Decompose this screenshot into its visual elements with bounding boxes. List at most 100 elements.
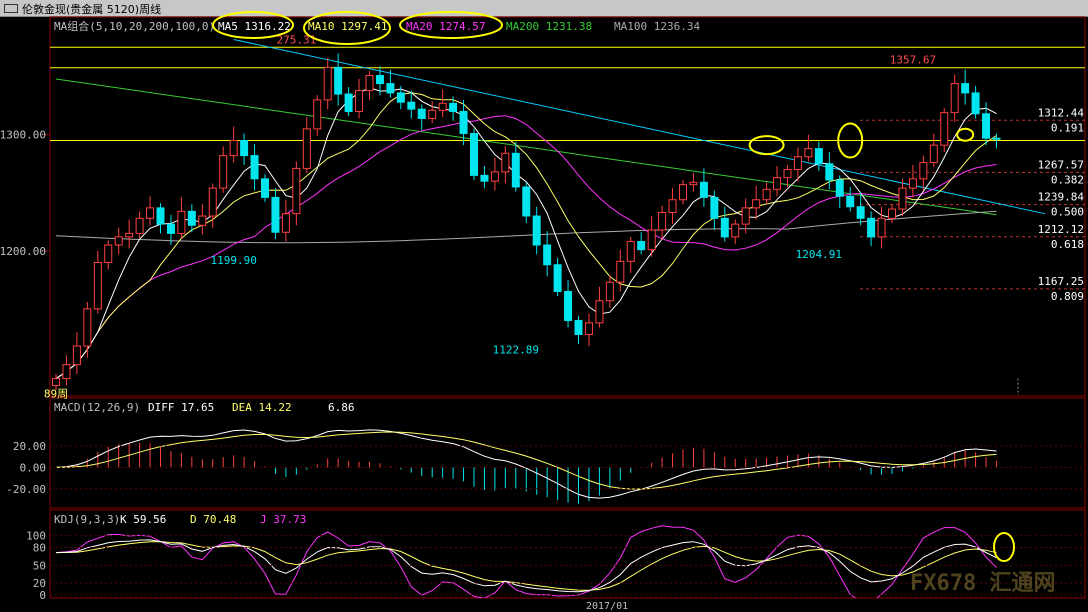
stock-chart[interactable]: 275.31 1357.67 1199.90 1122.89 1204.91 89周 131… xyxy=(0,0,1088,612)
candle-body xyxy=(595,300,604,324)
fib-ratio-label: 0.618 xyxy=(1051,238,1084,251)
candle-body xyxy=(877,217,886,238)
ma-legend-ma5: MA5 1316.22 xyxy=(218,20,291,33)
candle-body xyxy=(908,178,917,189)
candle-body xyxy=(783,169,792,179)
watermark: FX678 汇通网 xyxy=(910,571,1055,596)
candle-body xyxy=(261,178,269,198)
macd-legend-title: MACD(12,26,9) xyxy=(54,401,140,414)
candle-body xyxy=(177,210,186,234)
fib-price-label: 1212.12 xyxy=(1038,223,1084,236)
candle-body xyxy=(982,113,991,139)
candle-body xyxy=(961,83,970,94)
highlight-ellipse xyxy=(748,135,785,156)
candle-body xyxy=(156,207,165,225)
candle-body xyxy=(752,199,761,209)
candle-body xyxy=(323,66,332,101)
candle-body xyxy=(668,199,677,214)
candle-body xyxy=(114,236,123,246)
candle-body xyxy=(919,162,928,180)
ma-legend-ma200: MA200 1231.38 xyxy=(506,20,592,33)
candle-body xyxy=(72,345,81,366)
candle-body xyxy=(438,102,447,111)
candle-body xyxy=(584,322,593,335)
candle-body xyxy=(647,229,656,251)
candle-body xyxy=(375,74,384,85)
candle-body xyxy=(104,244,113,263)
highlight-ellipse xyxy=(956,127,975,142)
candle-body xyxy=(125,232,134,238)
candle-body xyxy=(992,137,1001,140)
fib-ratio-label: 0.809 xyxy=(1051,290,1084,303)
candle-body xyxy=(219,155,228,189)
fib-price-label: 1239.84 xyxy=(1038,191,1085,204)
macd-tick-label: 0.00 xyxy=(20,461,47,474)
fib-ratio-label: 0.382 xyxy=(1051,173,1084,186)
macd-plot xyxy=(55,429,997,504)
candle-body xyxy=(543,244,552,266)
candle-body xyxy=(62,364,71,380)
price-annotation: 1199.90 xyxy=(210,254,256,267)
candle-body xyxy=(449,102,458,112)
candle-body xyxy=(470,133,478,176)
price-annotation: 275.31 xyxy=(276,33,316,46)
kdj-legend-title: KDJ(9,3,3) xyxy=(54,513,120,526)
candle-body xyxy=(658,212,667,231)
candle-body xyxy=(773,177,782,190)
price-tick-label: 1200.00 xyxy=(0,245,46,258)
candle-body xyxy=(490,171,499,182)
candle-body xyxy=(146,207,155,219)
kdj-legend-j: J 37.73 xyxy=(260,513,306,526)
fib-price-label: 1167.25 xyxy=(1038,275,1084,288)
kdj-legend-k: K 59.56 xyxy=(120,513,166,526)
macd-tick-label: 20.00 xyxy=(13,440,46,453)
candle-body xyxy=(365,74,374,92)
candle-body xyxy=(825,163,834,181)
candle-body xyxy=(417,108,426,119)
ma5-line xyxy=(55,87,997,380)
candle-body xyxy=(208,187,217,217)
ma-legend-ma20: MA20 1274.57 xyxy=(406,20,485,33)
candle-body xyxy=(511,152,520,188)
kdj-plot xyxy=(55,525,997,598)
candle-body xyxy=(888,208,896,219)
candle-body xyxy=(626,241,635,262)
fib-price-label: 1312.44 xyxy=(1038,106,1085,119)
candle-body xyxy=(83,308,92,347)
candle-body xyxy=(971,92,980,115)
macd-tick-label: -20.00 xyxy=(6,483,46,496)
candle-body xyxy=(135,217,144,234)
candle-body xyxy=(355,90,364,112)
candle-body xyxy=(804,148,813,158)
candle-body xyxy=(616,260,625,283)
macd-legend-item: DIFF 17.65 xyxy=(148,401,214,414)
highlight-ellipse xyxy=(993,532,1015,562)
candle-body xyxy=(564,290,573,322)
candle-body xyxy=(867,217,876,238)
candle-body xyxy=(459,110,468,135)
candle-body xyxy=(762,188,771,201)
candle-body xyxy=(344,93,353,112)
candle-body xyxy=(741,207,750,225)
candle-body xyxy=(950,83,959,114)
candle-body xyxy=(187,210,196,226)
candle-body xyxy=(93,261,102,310)
kdj-tick-label: 80 xyxy=(33,542,46,555)
fib-price-label: 1267.57 xyxy=(1038,158,1084,171)
legends: MA组合(5,10,20,200,100,0) MA5 1316.22 MA10 1… xyxy=(54,11,1015,562)
candle-body xyxy=(52,378,60,387)
candle-body xyxy=(302,128,311,169)
candle-body xyxy=(574,320,583,335)
price-plot xyxy=(50,38,1085,395)
price-annotation: 1357.67 xyxy=(890,54,936,67)
kdj-tick-label: 50 xyxy=(33,559,46,572)
candle-body xyxy=(313,99,322,130)
candle-body xyxy=(835,179,844,197)
candle-body xyxy=(699,181,708,198)
macd-legend-item: 6.86 xyxy=(328,401,355,414)
candle-body xyxy=(166,223,175,234)
ma-legend-ma10: MA10 1297.41 xyxy=(308,20,387,33)
candle-body xyxy=(198,215,207,226)
candle-body xyxy=(480,174,489,182)
candle-body xyxy=(846,195,855,208)
